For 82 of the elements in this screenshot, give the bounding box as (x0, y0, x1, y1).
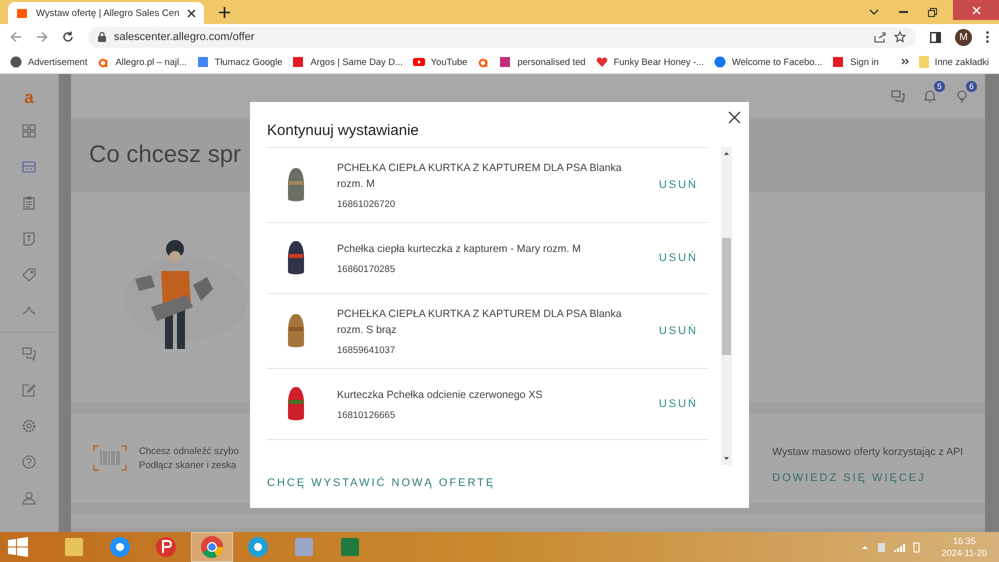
bookmark[interactable]: YouTube (412, 56, 468, 68)
close-icon[interactable] (187, 8, 196, 18)
gear-icon[interactable] (22, 419, 36, 433)
lightbulb-icon[interactable] (955, 89, 969, 103)
edit-icon[interactable] (22, 383, 36, 397)
chat-icon[interactable] (22, 347, 36, 361)
offer-title[interactable]: PCHEŁKA CIEPŁA KURTKA Z KAPTUREM DLA PSA Blanka rozm. S brąz (337, 306, 635, 338)
barcode-icon (93, 445, 127, 471)
circle-icon (10, 56, 22, 68)
remove-button[interactable]: USUŃ (634, 175, 708, 195)
square-icon (292, 56, 304, 68)
bookmark[interactable]: Tłumacz Google (196, 56, 282, 68)
tag-icon[interactable] (22, 268, 36, 282)
bookmark[interactable] (477, 56, 490, 68)
page-heading: Co chcesz spr (89, 141, 242, 169)
p-app-icon[interactable] (154, 535, 178, 559)
folder-icon (918, 56, 929, 68)
description-text: Wystaw masowo oferty korzystając z API (772, 446, 963, 458)
chevron-down-icon[interactable] (869, 9, 879, 15)
notification-badge: 5 (934, 81, 945, 92)
offer-number: 16810126665 (337, 410, 396, 421)
description-text: Chcesz odnaleźć szybo (139, 446, 239, 456)
taskbar-app[interactable] (192, 533, 232, 561)
remove-button[interactable]: USUŃ (634, 321, 708, 341)
scrollbar[interactable] (721, 147, 732, 465)
browser-tab[interactable]: Wystaw ofertę | Allegro Sales Cen (8, 2, 204, 24)
bookmark-folder[interactable]: Inne zakładki (918, 56, 989, 68)
bookmark[interactable]: Advertisement (10, 56, 88, 68)
store-icon[interactable] (22, 160, 36, 174)
logo: a (24, 90, 34, 106)
help-icon[interactable] (22, 455, 36, 469)
offer-number: 16861026720 (337, 199, 396, 210)
remove-button[interactable]: USUŃ (634, 394, 708, 414)
bookmark[interactable]: Funky Bear Honey -... (596, 56, 704, 68)
letter-a-icon (97, 56, 110, 68)
bookmark[interactable]: Sign in (832, 56, 879, 68)
doc-icon[interactable] (22, 232, 36, 246)
offer-title[interactable]: Kurteczka Pchełka odcienie czerwonego XS (337, 387, 635, 403)
square-icon (832, 56, 844, 68)
close-icon[interactable] (728, 111, 741, 124)
star-icon[interactable] (894, 31, 906, 43)
square-icon (196, 56, 209, 68)
play-icon (412, 56, 425, 68)
reload-icon[interactable] (62, 31, 74, 43)
user-icon[interactable] (22, 491, 36, 505)
bookmark[interactable]: Welcome to Facebo... (714, 56, 822, 68)
windows-start-icon[interactable] (8, 537, 28, 557)
offer-title[interactable]: PCHEŁKA CIEPŁA KURTKA Z KAPTUREM DLA PSA Blanka rozm. M (337, 160, 635, 192)
address-field[interactable]: salescenter.allegro.com/offer (88, 26, 916, 48)
share-icon[interactable] (874, 32, 886, 42)
bookmark[interactable]: Argos | Same Day D... (292, 56, 403, 68)
new-offer-link[interactable]: CHCĘ WYSTAWIĆ NOWĄ OFERTĘ (267, 477, 496, 489)
square-icon (499, 56, 512, 68)
side-panel-icon[interactable] (930, 32, 941, 42)
bookmark[interactable]: personalised ted (499, 56, 586, 68)
letter-a-icon (477, 56, 490, 68)
clipboard-icon[interactable] (22, 196, 36, 210)
bell-icon[interactable] (923, 89, 937, 103)
bag-icon (16, 7, 28, 19)
description-text: Podłącz skaner i zeska (139, 460, 238, 470)
back-icon[interactable] (10, 31, 22, 43)
bookmark[interactable]: Allegro.pl – najl... (97, 56, 187, 68)
more-icon[interactable] (986, 31, 989, 43)
close-window-button[interactable] (953, 0, 999, 20)
tray-icons-drawing (862, 541, 922, 553)
tab-title: Wystaw ofertę | Allegro Sales Cen (36, 8, 180, 18)
dialog-title: Kontynuuj wystawianie (267, 120, 419, 138)
lock-icon (98, 32, 106, 42)
profile-avatar[interactable]: M (955, 28, 972, 46)
grid-icon[interactable] (22, 124, 36, 138)
chat-icon[interactable] (891, 90, 905, 102)
offer-title[interactable]: Pchełka ciepła kurteczka z kapturem - Mary rozm. M (337, 241, 635, 257)
forward-icon[interactable] (36, 31, 48, 43)
notification-badge: 6 (966, 81, 977, 92)
offer-number: 16860170285 (337, 264, 396, 275)
offer-number: 16859641037 (337, 345, 396, 356)
chrome-app-icon[interactable] (200, 535, 224, 559)
double-chevron-icon[interactable] (900, 58, 909, 65)
remove-button[interactable]: USUŃ (634, 248, 708, 268)
circle-icon (714, 56, 726, 68)
restore-icon[interactable] (928, 8, 937, 16)
new-tab-icon[interactable] (219, 6, 230, 18)
